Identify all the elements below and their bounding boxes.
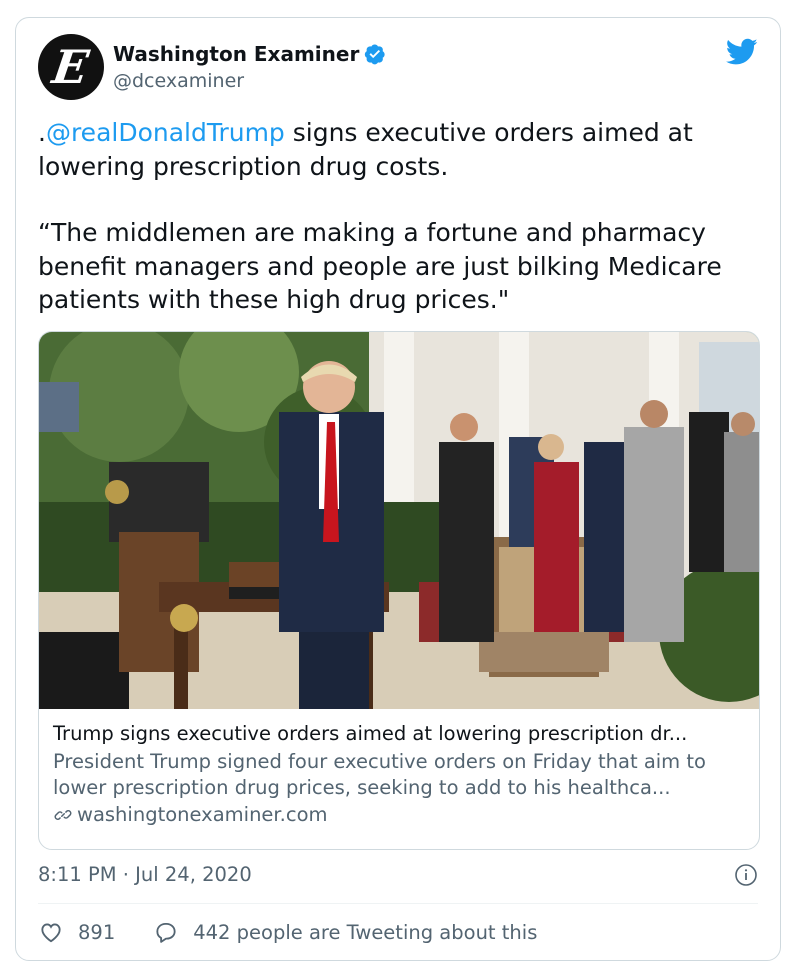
tweet-text: .@realDonaldTrump signs executive orders… [38, 116, 758, 317]
tweet-timestamp[interactable]: 8:11 PM · Jul 24, 2020 [38, 863, 252, 886]
author-name-row[interactable]: Washington Examiner [113, 42, 386, 66]
reply-bubble-icon [156, 922, 176, 943]
link-domain[interactable]: washingtonexaminer.com [77, 802, 328, 828]
avatar[interactable]: E [38, 34, 104, 100]
link-card[interactable]: Trump signs executive orders aimed at lo… [38, 331, 760, 850]
link-domain-row[interactable]: washingtonexaminer.com [53, 802, 743, 828]
divider [38, 903, 758, 904]
link-description: President Trump signed four executive or… [53, 750, 706, 799]
mention-link[interactable]: @realDonaldTrump [46, 118, 285, 147]
verified-badge-icon [365, 44, 385, 65]
like-button[interactable]: 891 [38, 919, 153, 945]
tweet-quote: “The middlemen are making a fortune and … [38, 218, 722, 314]
news-photo[interactable] [39, 332, 760, 709]
link-card-text[interactable]: Trump signs executive orders aimed at lo… [53, 721, 743, 828]
twitter-bird-icon[interactable] [726, 38, 758, 66]
link-icon [54, 810, 72, 820]
link-title[interactable]: Trump signs executive orders aimed at lo… [53, 721, 743, 747]
tweet-prefix: . [38, 118, 46, 147]
reply-button[interactable]: 442 people are Tweeting about this [153, 919, 537, 945]
tweet-card[interactable]: E Washington Examiner @dcexaminer .@real… [15, 17, 781, 961]
avatar-letter: E [49, 40, 93, 94]
heart-icon [41, 923, 61, 943]
info-icon[interactable] [734, 863, 758, 887]
replies-text: 442 people are Tweeting about this [193, 920, 538, 944]
author-handle[interactable]: @dcexaminer [113, 70, 244, 92]
like-count: 891 [78, 920, 116, 944]
author-name[interactable]: Washington Examiner [113, 42, 359, 66]
tweet-line-1: .@realDonaldTrump signs executive orders… [38, 116, 758, 183]
tweet-actions: 891 442 people are Tweeting about this [38, 919, 537, 945]
